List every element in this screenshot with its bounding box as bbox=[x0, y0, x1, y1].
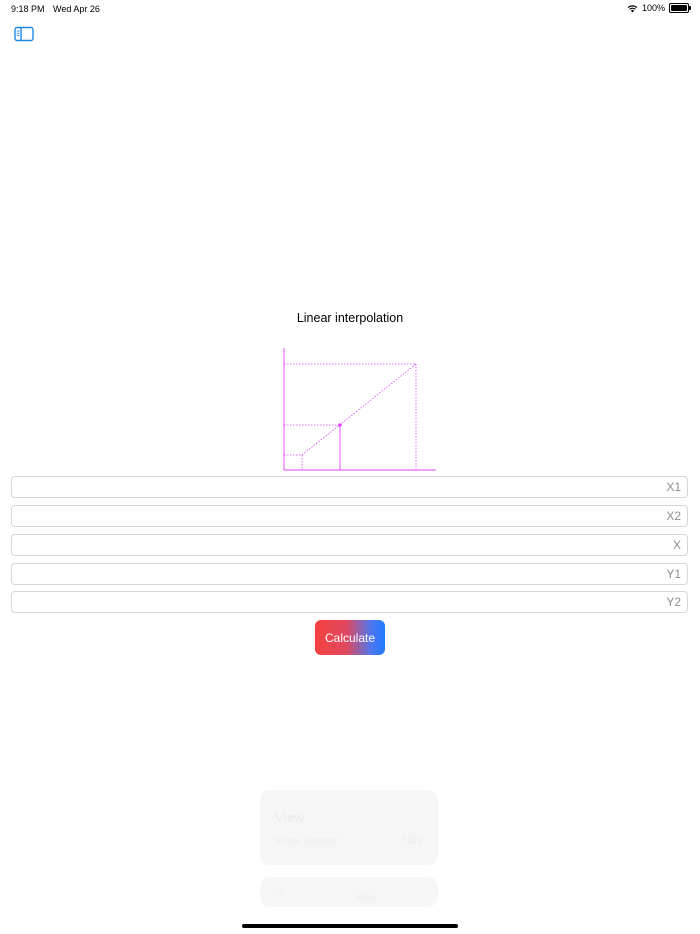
sidebar-toggle-button[interactable] bbox=[14, 26, 34, 42]
interpolation-diagram bbox=[283, 348, 436, 471]
faded-menu-item-label: Show Sidebar bbox=[275, 836, 338, 847]
faded-menu-card bbox=[260, 790, 438, 865]
wifi-icon bbox=[627, 4, 638, 12]
faded-menu-title: View bbox=[275, 810, 305, 825]
calculate-button[interactable]: Calculate bbox=[315, 620, 385, 655]
faded-view-menu: View Show Sidebar ^⌘S ⌕ View bbox=[260, 790, 438, 910]
battery-percentage: 100% bbox=[641, 3, 665, 13]
page-title: Linear interpolation bbox=[296, 311, 404, 325]
x-field[interactable] bbox=[11, 534, 688, 556]
status-bar: 9:18 PM Wed Apr 26 100% bbox=[0, 0, 700, 18]
mid-point bbox=[338, 423, 342, 427]
status-left: 9:18 PM Wed Apr 26 bbox=[11, 4, 106, 14]
y2-input[interactable] bbox=[12, 592, 687, 612]
interpolation-line bbox=[301, 363, 417, 456]
sidebar-toggle-icon bbox=[14, 26, 34, 42]
x1-input[interactable] bbox=[12, 477, 687, 497]
x2-field[interactable] bbox=[11, 505, 688, 527]
search-icon: ⌕ bbox=[278, 885, 285, 897]
x1-field[interactable] bbox=[11, 476, 688, 498]
x2-input[interactable] bbox=[12, 506, 687, 526]
faded-bar-label: View bbox=[355, 893, 377, 904]
y1-input[interactable] bbox=[12, 564, 687, 584]
x-input[interactable] bbox=[12, 535, 687, 555]
y2-field[interactable] bbox=[11, 591, 688, 613]
home-indicator[interactable] bbox=[242, 924, 458, 928]
status-date: Wed Apr 26 bbox=[53, 4, 100, 14]
faded-menu-item-shortcut: ^⌘S bbox=[401, 836, 423, 847]
y1-field[interactable] bbox=[11, 563, 688, 585]
battery-icon bbox=[669, 3, 691, 13]
status-right: 100% bbox=[627, 3, 691, 13]
faded-menu-bar bbox=[260, 877, 438, 907]
status-time: 9:18 PM bbox=[11, 4, 45, 14]
